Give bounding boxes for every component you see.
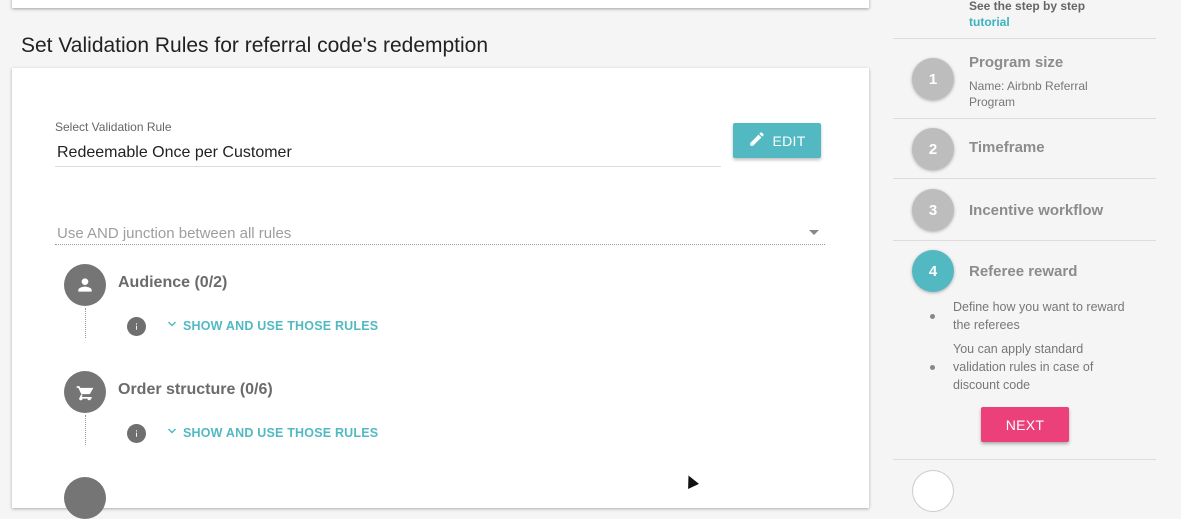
next-button[interactable]: NEXT [981,407,1069,442]
divider [893,240,1156,241]
rule-title-order-structure: Order structure (0/6) [118,381,273,398]
chevron-down-icon [166,318,178,333]
rule-connector [85,415,86,445]
show-rules-link-order-structure[interactable]: SHOW AND USE THOSE RULES [166,425,378,440]
field-underline [55,166,721,167]
step-3-circle[interactable]: 3 [912,189,954,231]
divider [893,118,1156,119]
step-5-circle[interactable] [912,470,954,512]
person-icon [64,264,106,306]
tutorial-link[interactable]: tutorial [969,15,1010,29]
tutorial-hint: See the step by step tutorial [969,0,1085,30]
show-rules-label: SHOW AND USE THOSE RULES [183,318,379,333]
step-2-circle[interactable]: 2 [912,128,954,170]
step-1-title[interactable]: Program size [969,54,1063,71]
select-underline [55,244,825,245]
step-1-circle[interactable]: 1 [912,58,954,100]
divider [893,459,1156,460]
cart-icon [64,371,106,413]
bullet-icon [930,365,935,370]
edit-button[interactable]: EDIT [733,123,821,158]
caret-down-icon[interactable] [809,230,819,235]
page-title: Set Validation Rules for referral code's… [21,34,489,57]
bullet-icon [930,314,935,319]
step-4-bullet: You can apply standard validation rules … [953,342,1094,392]
step-4-title[interactable]: Referee reward [969,263,1077,280]
info-icon[interactable] [127,317,146,336]
step-2-title[interactable]: Timeframe [969,139,1045,156]
previous-card [12,0,869,8]
divider [893,178,1156,179]
validation-rule-label: Select Validation Rule [55,120,172,134]
step-1-subtitle: Name: Airbnb Referral Program [969,79,1088,109]
rule-icon [64,477,106,519]
divider [893,38,1156,39]
junction-select[interactable]: Use AND junction between all rules [57,225,291,242]
info-icon[interactable] [127,424,146,443]
step-3-title[interactable]: Incentive workflow [969,202,1103,219]
rule-title-audience: Audience (0/2) [118,274,228,291]
show-rules-label: SHOW AND USE THOSE RULES [183,425,379,440]
chevron-down-icon [166,425,178,440]
edit-button-label: EDIT [772,132,806,149]
validation-rules-card: Select Validation Rule Redeemable Once p… [12,68,869,519]
validation-rule-field[interactable]: Redeemable Once per Customer [57,144,292,162]
step-4-bullet: Define how you want to reward the refere… [953,300,1125,332]
rule-connector [85,308,86,338]
show-rules-link-audience[interactable]: SHOW AND USE THOSE RULES [166,318,378,333]
pencil-icon [748,130,766,151]
step-4-circle[interactable]: 4 [912,250,954,292]
tutorial-hint-text: See the step by step [969,0,1086,13]
